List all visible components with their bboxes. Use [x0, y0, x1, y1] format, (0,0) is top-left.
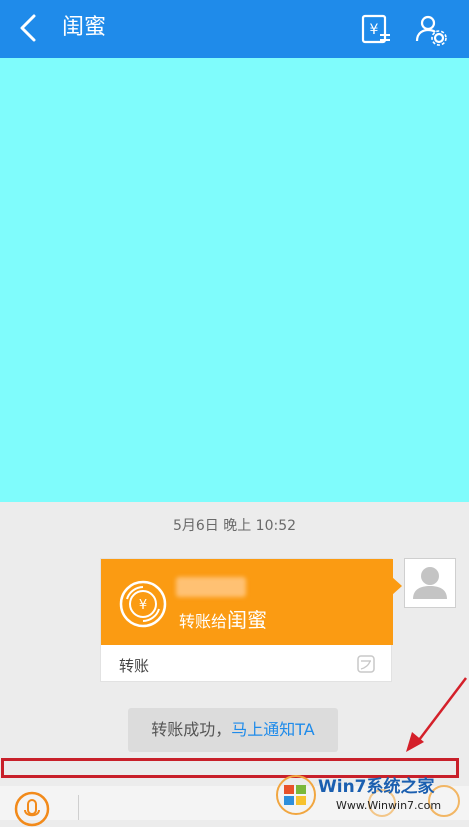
- voice-input-icon[interactable]: [14, 791, 50, 827]
- user-settings-icon[interactable]: [414, 12, 448, 46]
- transfer-yuan-icon[interactable]: ¥: [360, 13, 392, 45]
- transfer-message: 转账给闺蜜: [179, 604, 267, 633]
- transfer-coin-icon: ¥: [119, 580, 167, 628]
- svg-text:¥: ¥: [370, 22, 379, 38]
- bubble-tail: [392, 577, 402, 595]
- transfer-card[interactable]: ¥ 转账给闺蜜 转账: [100, 558, 402, 682]
- default-avatar-icon: [413, 567, 447, 599]
- watermark-brand: Win7系统之家: [318, 777, 435, 797]
- alipay-icon: [357, 655, 375, 673]
- toolbar-divider: [78, 795, 79, 820]
- message-timestamp: 5月6日 晚上 10:52: [172, 518, 297, 534]
- blurred-amount: [176, 577, 246, 597]
- notice-text: 转账成功，: [151, 720, 232, 739]
- chat-title: 闺蜜: [62, 15, 107, 40]
- svg-text:¥: ¥: [139, 598, 147, 613]
- chat-header: 闺蜜 ¥: [0, 0, 469, 58]
- avatar[interactable]: [404, 558, 456, 608]
- back-chevron-icon[interactable]: [14, 12, 42, 44]
- transfer-prefix: 转账给: [179, 612, 228, 631]
- transfer-recipient: 闺蜜: [227, 608, 268, 632]
- chat-content-area: [0, 58, 469, 502]
- transfer-success-notice: 转账成功，马上通知TA: [128, 708, 338, 752]
- watermark-url: Www.Winwin7.com: [336, 799, 442, 812]
- transfer-footer-label: 转账: [119, 657, 150, 675]
- notify-link[interactable]: 马上通知TA: [231, 720, 314, 739]
